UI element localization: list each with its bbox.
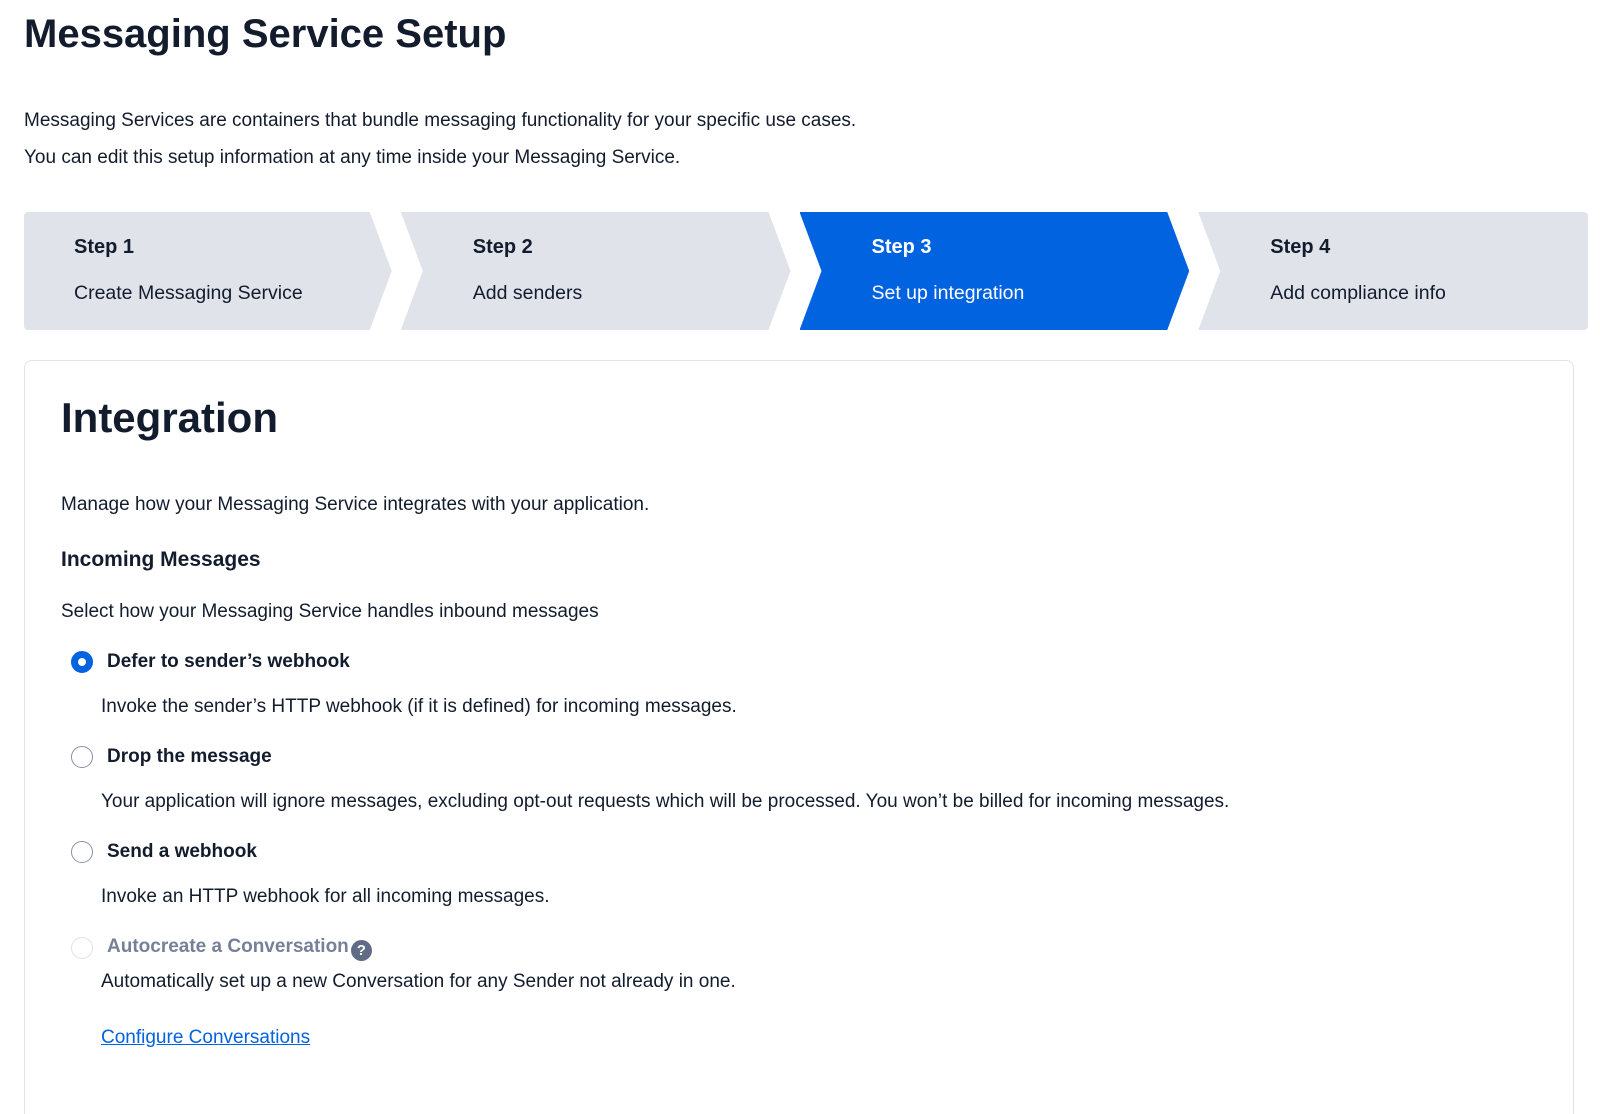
step-number: Step 4	[1270, 236, 1588, 259]
option-drop-the-message: Drop the message Your application will i…	[71, 746, 1537, 815]
integration-description: Manage how your Messaging Service integr…	[61, 492, 1537, 518]
setup-stepper: Step 1 Create Messaging Service Step 2 A…	[24, 212, 1588, 330]
option-description: Invoke the sender’s HTTP webhook (if it …	[101, 694, 1537, 720]
radio-send-a-webhook[interactable]	[71, 841, 93, 863]
page-intro-line1: Messaging Services are containers that b…	[24, 102, 1600, 139]
option-send-a-webhook: Send a webhook Invoke an HTTP webhook fo…	[71, 841, 1537, 910]
option-label: Defer to sender’s webhook	[107, 651, 350, 673]
option-defer-to-senders-webhook: Defer to sender’s webhook Invoke the sen…	[71, 651, 1537, 720]
step-label: Add senders	[473, 282, 791, 305]
step-2-add-senders[interactable]: Step 2 Add senders	[401, 212, 791, 330]
page-intro-line2: You can edit this setup information at a…	[24, 139, 1600, 176]
radio-drop-the-message[interactable]	[71, 746, 93, 768]
radio-autocreate-a-conversation-disabled	[71, 937, 93, 959]
step-label: Add compliance info	[1270, 282, 1588, 305]
page-intro: Messaging Services are containers that b…	[24, 102, 1600, 176]
page-title: Messaging Service Setup	[24, 10, 1600, 58]
option-description: Automatically set up a new Conversation …	[101, 969, 1537, 995]
step-number: Step 3	[872, 236, 1190, 259]
option-drop-click-target[interactable]: Drop the message	[71, 746, 1537, 768]
option-defer-click-target[interactable]: Defer to sender’s webhook	[71, 651, 1537, 673]
option-autocreate-click-target: Autocreate a Conversation?	[71, 936, 1537, 961]
incoming-messages-description: Select how your Messaging Service handle…	[61, 601, 1537, 623]
option-label: Send a webhook	[107, 841, 257, 863]
radio-defer-to-senders-webhook[interactable]	[71, 651, 93, 673]
step-label: Set up integration	[872, 282, 1190, 305]
option-autocreate-a-conversation: Autocreate a Conversation? Automatically…	[71, 936, 1537, 995]
configure-conversations-link[interactable]: Configure Conversations	[101, 1027, 310, 1049]
inbound-handling-radio-group: Defer to sender’s webhook Invoke the sen…	[71, 651, 1537, 995]
step-3-set-up-integration[interactable]: Step 3 Set up integration	[800, 212, 1190, 330]
option-label: Drop the message	[107, 746, 272, 768]
integration-card: Integration Manage how your Messaging Se…	[24, 360, 1574, 1114]
incoming-messages-heading: Incoming Messages	[61, 548, 1537, 572]
step-number: Step 1	[74, 236, 392, 259]
option-send-webhook-click-target[interactable]: Send a webhook	[71, 841, 1537, 863]
step-1-create-messaging-service[interactable]: Step 1 Create Messaging Service	[24, 212, 392, 330]
messaging-service-setup-page: Messaging Service Setup Messaging Servic…	[0, 0, 1600, 1114]
integration-heading: Integration	[61, 392, 1537, 445]
help-question-icon[interactable]: ?	[351, 940, 372, 961]
option-label: Autocreate a Conversation	[107, 936, 349, 957]
step-number: Step 2	[473, 236, 791, 259]
option-description: Your application will ignore messages, e…	[101, 789, 1537, 815]
step-label: Create Messaging Service	[74, 282, 392, 305]
step-4-add-compliance-info[interactable]: Step 4 Add compliance info	[1198, 212, 1588, 330]
option-description: Invoke an HTTP webhook for all incoming …	[101, 884, 1537, 910]
